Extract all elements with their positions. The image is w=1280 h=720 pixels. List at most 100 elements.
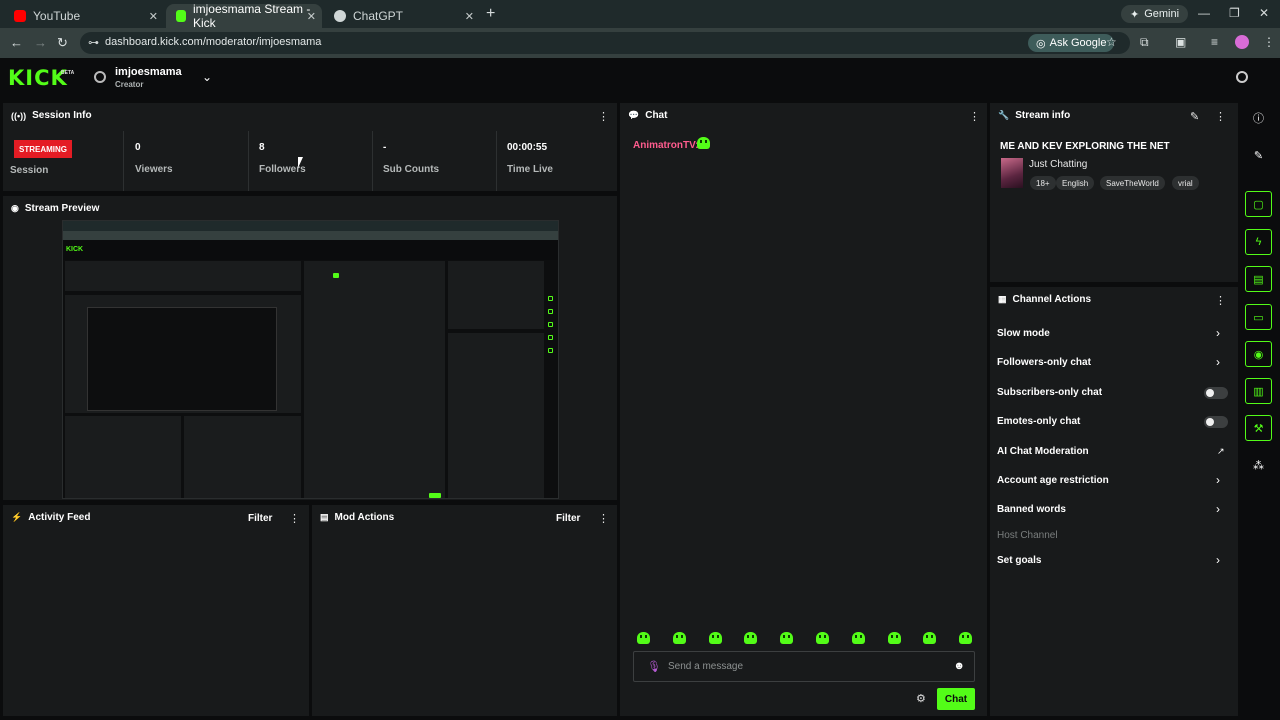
microphone-icon[interactable]: 🎙 (647, 660, 661, 673)
kick-logo[interactable]: KICK (8, 66, 68, 90)
preview-header (63, 240, 558, 260)
host-channel-item: Host Channel (997, 530, 1058, 541)
chevron-right-icon[interactable]: › (1216, 502, 1220, 516)
preview-rail-button (548, 322, 553, 327)
tab-search-icon[interactable]: ▣ (1175, 35, 1186, 49)
reload-icon[interactable]: ↻ (57, 35, 68, 51)
ai-chat-moderation-item[interactable]: AI Chat Moderation (997, 446, 1089, 457)
quick-emote-button[interactable] (851, 632, 865, 644)
tab-kick[interactable]: imjoesmama Stream - Kick ✕ (166, 2, 322, 30)
kebab-menu-icon[interactable]: ⋮ (1215, 294, 1226, 307)
media-icon[interactable]: ≡ (1211, 35, 1218, 49)
document-icon[interactable]: ▤ (1245, 266, 1272, 292)
viewers-value: 0 (135, 142, 141, 153)
chat-title: Chat (645, 110, 668, 121)
chat-panel: 💬 Chat ⋮ AnimatronTV: 🎙 Send a message ☻… (620, 103, 987, 716)
tab-chatgpt[interactable]: ChatGPT ✕ (324, 4, 480, 28)
chevron-right-icon[interactable]: › (1216, 355, 1220, 369)
chevron-down-icon[interactable]: ⌄ (202, 70, 212, 84)
quick-emote-button[interactable] (637, 632, 650, 644)
wrench-icon[interactable]: ⚒ (1245, 415, 1272, 441)
user-menu-icon[interactable] (1236, 71, 1248, 83)
chat-username[interactable]: AnimatronTV: (633, 140, 699, 151)
kebab-menu-icon[interactable]: ⋮ (598, 512, 609, 525)
extensions-icon[interactable]: ⧉ (1140, 35, 1149, 50)
stream-preview-title: Stream Preview (24, 203, 100, 214)
minimize-button[interactable]: — (1198, 6, 1210, 20)
forward-icon[interactable]: → (34, 35, 47, 50)
category-name[interactable]: Just Chatting (1029, 159, 1087, 170)
category-thumbnail[interactable] (1001, 158, 1023, 188)
quick-emote-button[interactable] (816, 632, 829, 644)
quick-emote-button[interactable] (959, 632, 973, 644)
edit-icon[interactable]: ✎ (1190, 110, 1199, 123)
restore-button[interactable]: ❐ (1229, 6, 1240, 20)
chevron-right-icon[interactable]: › (1216, 473, 1220, 487)
panel-title: ((•)) Session Info (11, 110, 92, 121)
external-link-icon[interactable]: ↗ (1217, 446, 1225, 457)
quick-emote-button[interactable] (708, 632, 722, 644)
stream-preview-video[interactable]: KICK (62, 220, 559, 499)
kebab-menu-icon[interactable]: ⋮ (1215, 110, 1226, 123)
info-icon[interactable]: ⓘ (1245, 105, 1272, 131)
slow-mode-item[interactable]: Slow mode (997, 328, 1050, 339)
chevron-right-icon[interactable]: › (1216, 326, 1220, 340)
edit-icon[interactable]: ✎ (1245, 142, 1272, 168)
clipboard-icon: ▤ (320, 512, 329, 522)
quick-emote-button[interactable] (780, 632, 794, 644)
menu-icon[interactable]: ⋮ (1263, 35, 1275, 49)
gear-icon[interactable]: ⚙ (916, 692, 926, 705)
lightning-icon[interactable]: ϟ (1245, 229, 1272, 255)
channel-name[interactable]: imjoesmama (115, 66, 182, 78)
new-tab-button[interactable]: + (486, 5, 495, 23)
preview-logo: KICK (66, 246, 84, 253)
emotes-only-toggle[interactable] (1204, 416, 1228, 428)
preview-chat-button (429, 493, 441, 498)
address-bar[interactable]: ⊶ dashboard.kick.com/moderator/imjoesmam… (80, 32, 1130, 54)
broadcast-icon[interactable]: ◉ (1245, 341, 1272, 367)
kebab-menu-icon[interactable]: ⋮ (969, 110, 980, 123)
set-goals-item[interactable]: Set goals (997, 555, 1041, 566)
close-icon[interactable]: ✕ (307, 10, 316, 23)
add-widget-icon[interactable]: ⁂ (1245, 452, 1272, 478)
followers-only-item[interactable]: Followers-only chat (997, 357, 1091, 368)
mouse-cursor (298, 157, 303, 168)
chat-send-button[interactable]: Chat (937, 688, 975, 710)
panel-title: 🔧 Stream info (998, 110, 1070, 121)
kebab-menu-icon[interactable]: ⋮ (289, 512, 300, 525)
bookmark-star-icon[interactable]: ☆ (1106, 35, 1117, 49)
quick-emote-button[interactable] (744, 632, 758, 644)
preview-activity-panel (65, 416, 181, 498)
layout-icon[interactable]: ▥ (1245, 378, 1272, 404)
preview-stream-info-panel (448, 261, 544, 329)
account-age-item[interactable]: Account age restriction (997, 475, 1109, 486)
close-icon[interactable]: ✕ (465, 10, 474, 23)
back-icon[interactable]: ← (10, 35, 23, 50)
mod-actions-panel: ▤ Mod Actions Filter ⋮ (312, 505, 617, 716)
close-window-button[interactable]: ✕ (1259, 6, 1269, 20)
divider (496, 131, 497, 191)
banned-words-item[interactable]: Banned words (997, 504, 1066, 515)
screen-icon[interactable]: ▢ (1245, 191, 1272, 217)
ask-google-button[interactable]: ◎ Ask Google (1028, 34, 1115, 52)
quick-emote-button[interactable] (672, 632, 686, 644)
profile-avatar[interactable] (1235, 35, 1249, 49)
filter-button[interactable]: Filter (248, 513, 272, 524)
quick-emote-button[interactable] (923, 632, 937, 644)
lightning-icon: ⚡ (11, 512, 23, 522)
chat-input[interactable]: 🎙 Send a message ☻ (633, 651, 975, 682)
tab-youtube[interactable]: YouTube ✕ (4, 4, 164, 28)
close-icon[interactable]: ✕ (149, 10, 158, 23)
emoji-icon[interactable]: ☻ (953, 660, 965, 672)
subscribers-only-toggle[interactable] (1204, 387, 1228, 399)
chevron-right-icon[interactable]: › (1216, 553, 1220, 567)
kick-icon (176, 10, 186, 22)
preview-channel-actions-panel (448, 333, 544, 498)
site-info-icon[interactable]: ⊶ (88, 36, 99, 49)
chat-icon[interactable]: ▭ (1245, 304, 1272, 330)
kebab-menu-icon[interactable]: ⋮ (598, 110, 609, 123)
gemini-button[interactable]: ✦ Gemini (1121, 5, 1189, 23)
mod-actions-title: Mod Actions (334, 512, 395, 523)
filter-button[interactable]: Filter (556, 513, 580, 524)
quick-emote-button[interactable] (887, 632, 901, 644)
